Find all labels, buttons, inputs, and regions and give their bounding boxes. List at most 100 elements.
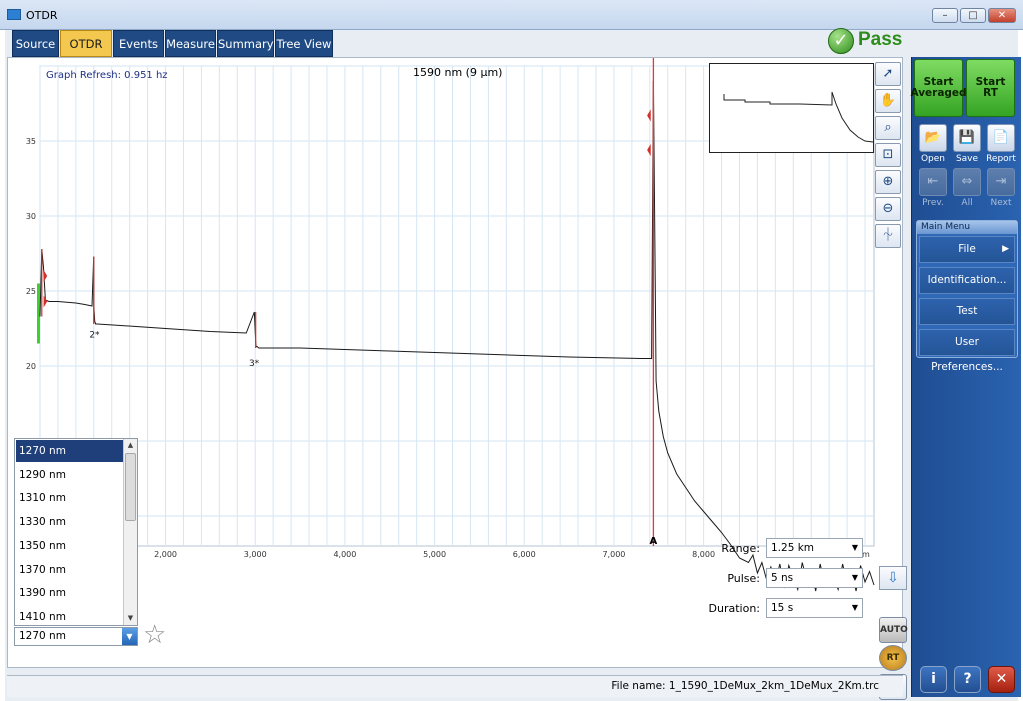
realtime-button[interactable]: RT <box>879 645 907 671</box>
scroll-down-icon[interactable]: ▼ <box>125 613 136 624</box>
chevron-down-icon: ▼ <box>851 603 858 612</box>
menu-item-file[interactable]: File ▶ <box>919 236 1015 263</box>
wavelength-option[interactable]: 1290 nm <box>16 464 123 486</box>
maximize-button[interactable]: □ <box>960 8 986 23</box>
zoom-out-icon[interactable]: ⊖ <box>875 197 901 221</box>
x-tick-label: 2,000 <box>154 550 177 559</box>
auto-settings-button[interactable]: AUTO <box>879 617 908 643</box>
tab-source[interactable]: Source <box>12 30 59 57</box>
range-value: 1.25 km <box>771 542 815 554</box>
chevron-down-icon[interactable]: ▼ <box>122 628 137 645</box>
zoom-fit-icon[interactable]: ⊡ <box>875 143 901 167</box>
chevron-down-icon: ▼ <box>851 573 858 582</box>
report-label: Report <box>986 154 1016 164</box>
duration-value: 15 s <box>771 602 794 614</box>
status-pass-label: Pass <box>858 29 903 50</box>
window-titlebar: OTDR – □ ✕ <box>0 0 1023 30</box>
pass-check-icon: ✓ <box>828 28 854 54</box>
tab-otdr[interactable]: OTDR <box>60 30 112 57</box>
pointer-tool-icon[interactable]: ➚ <box>875 62 901 86</box>
graph-refresh-rate: Graph Refresh: 0.951 hz <box>46 70 168 81</box>
report-icon[interactable]: 📄 <box>987 124 1015 152</box>
collapse-panel-icon[interactable]: ⇩ <box>879 566 907 590</box>
window-title: OTDR <box>26 9 58 22</box>
pan-hand-icon[interactable]: ✋ <box>875 89 901 113</box>
floppy-disk-icon[interactable]: 💾 <box>953 124 981 152</box>
wavelength-option[interactable]: 1390 nm <box>16 582 123 604</box>
start-rt-button[interactable]: Start RT <box>966 59 1015 117</box>
right-panel: Start Averaged Start RT 📂 💾 📄 Open Save … <box>910 57 1021 697</box>
y-tick-label: 30 <box>26 212 36 221</box>
chevron-down-icon: ▼ <box>851 543 858 552</box>
prev-label: Prev. <box>922 198 944 208</box>
start-averaged-button[interactable]: Start Averaged <box>910 59 967 117</box>
x-unit-label: m <box>862 550 870 559</box>
event-label-3: 3* <box>249 359 260 369</box>
menu-item-identification[interactable]: Identification... <box>919 267 1015 294</box>
y-tick-label: 20 <box>26 362 36 371</box>
overview-trace <box>723 91 874 143</box>
zoom-in-icon[interactable]: ⊕ <box>875 170 901 194</box>
main-menu: Main Menu File ▶ Identification... Test … <box>916 220 1018 373</box>
overview-inset[interactable] <box>709 63 874 153</box>
wavelength-option[interactable]: 1350 nm <box>16 535 123 557</box>
marker-a-label: A <box>650 536 658 547</box>
submenu-arrow-icon: ▶ <box>1002 244 1009 254</box>
pulse-label: Pulse: <box>727 572 760 585</box>
x-tick-label: 3,000 <box>244 550 267 559</box>
menu-item-file-label: File <box>958 243 976 255</box>
scroll-thumb[interactable] <box>125 453 136 521</box>
open-label: Open <box>920 154 946 164</box>
wavelength-select[interactable]: 1270 nm ▼ <box>14 627 138 646</box>
help-button[interactable]: ? <box>954 666 981 693</box>
all-label: All <box>961 198 973 208</box>
wavelength-option[interactable]: 1370 nm <box>16 559 123 581</box>
range-select[interactable]: 1.25 km ▼ <box>766 538 863 558</box>
y-tick-label: 25 <box>26 287 36 296</box>
window-close-button[interactable]: ✕ <box>988 8 1016 23</box>
zoom-area-icon[interactable]: ⌕ <box>875 116 901 140</box>
info-button[interactable]: i <box>920 666 947 693</box>
duration-select[interactable]: 15 s ▼ <box>766 598 863 618</box>
pulse-select[interactable]: 5 ns ▼ <box>766 568 863 588</box>
save-label: Save <box>955 154 979 164</box>
next-label: Next <box>990 198 1012 208</box>
pulse-value: 5 ns <box>771 572 794 584</box>
wavelength-dropdown-list[interactable]: 1270 nm 1290 nm 1310 nm 1330 nm 1350 nm 1370 … <box>14 438 138 626</box>
star-icon[interactable]: ☆ <box>143 620 166 650</box>
scroll-up-icon[interactable]: ▲ <box>125 440 136 451</box>
tab-measure[interactable]: Measure <box>165 30 216 57</box>
event-label-2: 2* <box>89 331 100 341</box>
tab-tree-view[interactable]: Tree View <box>275 30 333 57</box>
wavelength-select-value: 1270 nm <box>19 630 66 642</box>
close-app-button[interactable]: ✕ <box>988 666 1015 693</box>
app-icon <box>7 9 21 20</box>
tab-summary[interactable]: Summary <box>217 30 274 57</box>
tab-events[interactable]: Events <box>113 30 164 57</box>
minimize-button[interactable]: – <box>932 8 958 23</box>
folder-open-icon[interactable]: 📂 <box>919 124 947 152</box>
level-indicator <box>37 283 40 344</box>
wavelength-option[interactable]: 1310 nm <box>16 487 123 509</box>
menu-item-user-preferences[interactable]: User Preferences... <box>919 329 1015 373</box>
menu-item-test-configuration[interactable]: Test Configuration... <box>919 298 1015 342</box>
graph-wavelength-title: 1590 nm (9 µm) <box>413 66 503 79</box>
status-bar: File name: 1_1590_1DeMux_2km_1DeMux_2Km.… <box>7 675 903 697</box>
range-label: Range: <box>721 542 760 555</box>
wavelength-option[interactable]: 1330 nm <box>16 511 123 533</box>
dropdown-scrollbar[interactable]: ▲ ▼ <box>123 439 137 625</box>
x-tick-label: 6,000 <box>513 550 536 559</box>
duration-label: Duration: <box>708 602 760 615</box>
prev-trace-icon[interactable]: ⇤ <box>919 168 947 196</box>
y-tick-label: 35 <box>26 137 36 146</box>
wavelength-option[interactable]: 1410 nm <box>16 606 123 628</box>
file-name: File name: 1_1590_1DeMux_2km_1DeMux_2Km.… <box>611 680 879 692</box>
all-traces-icon[interactable]: ⇔ <box>953 168 981 196</box>
x-tick-label: 4,000 <box>333 550 356 559</box>
app-window: Source OTDR Events Measure Summary Tree … <box>5 28 1021 701</box>
x-tick-label: 5,000 <box>423 550 446 559</box>
next-trace-icon[interactable]: ⇥ <box>987 168 1015 196</box>
auto-scale-icon[interactable]: ⏆ <box>875 224 901 248</box>
x-tick-label: 7,000 <box>602 550 625 559</box>
wavelength-option[interactable]: 1270 nm <box>16 440 123 462</box>
